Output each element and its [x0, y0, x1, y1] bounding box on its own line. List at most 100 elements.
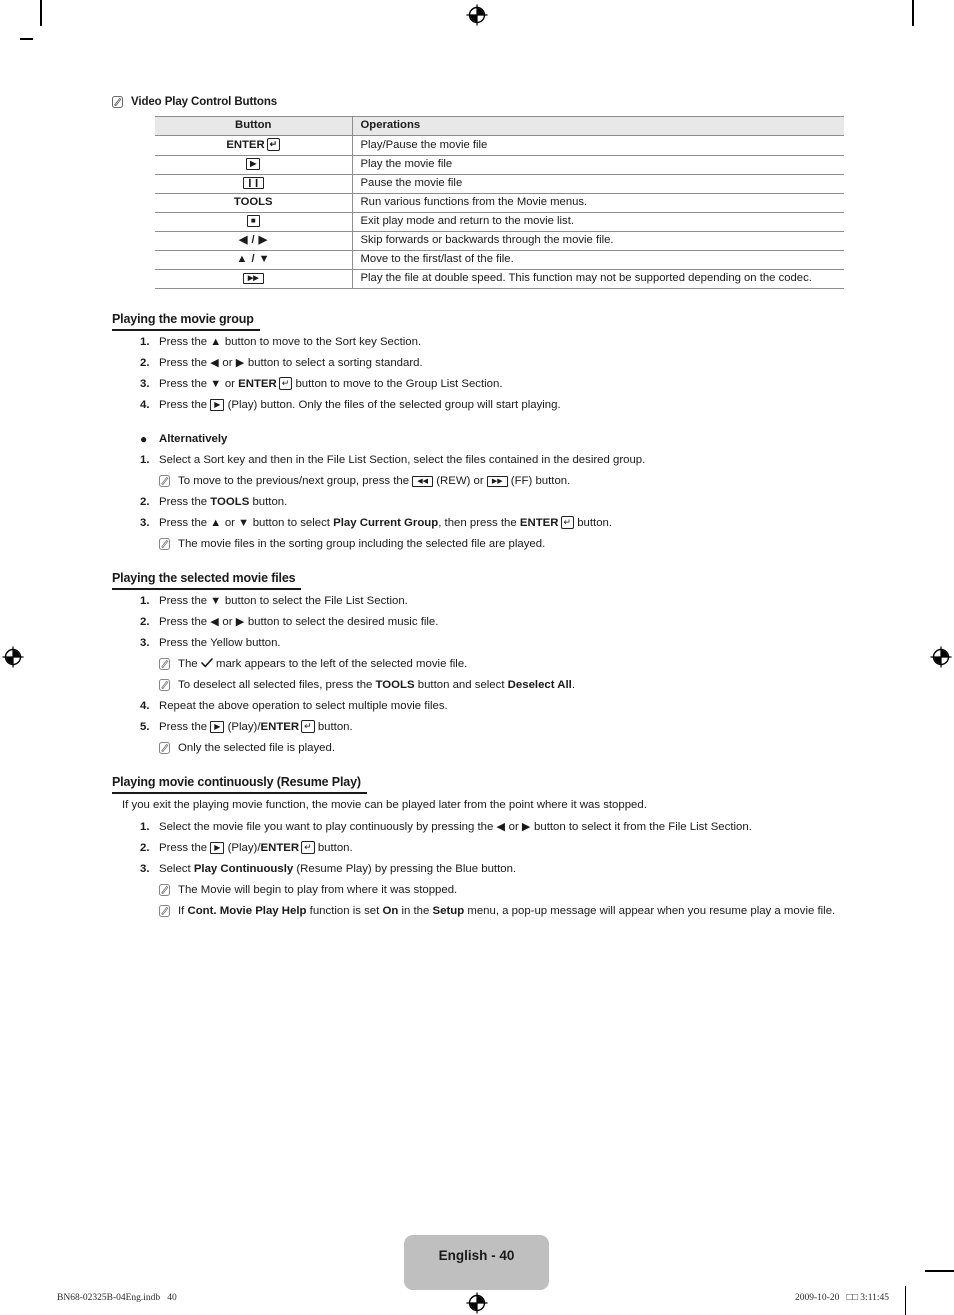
sub-note-text: To move to the previous/next group, pres…	[178, 475, 571, 487]
registration-mark-bottom	[466, 1292, 488, 1314]
step-number: 2.	[140, 842, 150, 854]
step-number: 1.	[140, 454, 150, 466]
footer-divider-vertical	[905, 1286, 906, 1315]
check-mark-icon	[200, 658, 213, 668]
note-pencil-icon	[159, 538, 170, 550]
section-intro-text: If you exit the playing movie function, …	[122, 799, 647, 811]
step-text: Select Play Continuously (Resume Play) b…	[159, 863, 517, 875]
crop-mark-top-left-horizontal	[20, 38, 33, 40]
note-pencil-icon	[159, 884, 170, 896]
sub-note: If Cont. Movie Play Help function is set…	[112, 904, 844, 918]
enter-key-icon: ↵	[301, 841, 315, 854]
cell-operation: Move to the first/last of the file.	[352, 250, 844, 270]
cell-button-fast-forward: ▶▶	[155, 269, 353, 289]
note-pencil-icon	[159, 905, 170, 917]
pause-key-icon: ❙❙	[242, 177, 264, 189]
sub-note-text: If Cont. Movie Play Help function is set…	[178, 905, 836, 917]
down-arrow-icon: ▼	[210, 595, 222, 607]
play-key-icon: ▶	[246, 158, 261, 170]
list-item: 4. Press the ▶ (Play) button. Only the f…	[112, 398, 844, 412]
registration-mark-left	[2, 646, 24, 668]
step-text: Press the Yellow button.	[159, 637, 281, 649]
table-row: ■ Exit play mode and return to the movie…	[155, 212, 844, 232]
cell-operation: Play/Pause the movie file	[352, 135, 844, 156]
section-body: 1. Press the ▼ button to select the File…	[112, 594, 844, 755]
list-item: 2. Press the ▶ (Play)/ENTER ↵ button.	[112, 841, 844, 855]
sub-note-text: The Movie will begin to play from where …	[178, 884, 458, 896]
play-key-icon: ▶	[210, 399, 225, 411]
step-text: Repeat the above operation to select mul…	[159, 700, 448, 712]
table-row: ▶▶ Play the file at double speed. This f…	[155, 269, 844, 289]
down-arrow-icon: ▼	[238, 517, 250, 529]
enter-key-icon: ↵	[266, 138, 281, 151]
sub-note: Only the selected file is played.	[112, 741, 844, 755]
step-text: Press the ▲ or ▼ button to select Play C…	[159, 516, 613, 529]
up-arrow-icon: ▲	[210, 517, 222, 529]
cell-button-stop: ■	[155, 212, 353, 232]
registration-mark-top	[466, 4, 488, 26]
right-arrow-icon: ▶	[235, 616, 245, 628]
section-playing-the-selected-movie-files: Playing the selected movie files 1. Pres…	[112, 569, 844, 755]
sub-note: To deselect all selected files, press th…	[112, 678, 844, 692]
table-header-row: Button Operations	[155, 116, 844, 136]
footer-timestamp: 2009-10-20 □□ 3:11:45	[795, 1293, 889, 1303]
column-header-button: Button	[155, 116, 353, 136]
step-text: Press the ◀ or ▶ button to select a sort…	[159, 357, 423, 369]
crop-mark-top-left-vertical	[40, 0, 42, 26]
up-arrow-icon: ▲	[210, 336, 222, 348]
registration-mark-right	[930, 646, 952, 668]
sub-note: To move to the previous/next group, pres…	[112, 474, 844, 488]
cell-operation: Exit play mode and return to the movie l…	[352, 212, 844, 232]
up-down-arrows-icon: ▲ / ▼	[236, 253, 270, 265]
note-pencil-icon	[159, 658, 170, 670]
list-item: 3. Press the ▼ or ENTER ↵ button to move …	[112, 377, 844, 391]
list-item: 1. Select a Sort key and then in the Fil…	[112, 453, 844, 467]
sub-note: The movie files in the sorting group inc…	[112, 537, 844, 551]
step-text: Press the ▼ or ENTER ↵ button to move to …	[159, 377, 503, 390]
step-text: Press the TOOLS button.	[159, 496, 288, 508]
cell-operation: Pause the movie file	[352, 174, 844, 194]
note-pencil-icon	[159, 679, 170, 691]
cell-operation: Play the file at double speed. This func…	[352, 269, 844, 289]
step-text: Press the ▶ (Play)/ENTER ↵ button.	[159, 841, 353, 854]
page-number-tab: English - 40	[404, 1235, 549, 1290]
play-key-icon: ▶	[210, 721, 225, 733]
cell-button-tools: TOOLS	[155, 193, 353, 213]
enter-key-icon: ↵	[301, 720, 315, 733]
step-number: 4.	[140, 399, 150, 411]
down-arrow-icon: ▼	[210, 378, 222, 390]
cell-button-pause: ❙❙	[155, 174, 353, 194]
section-body: 1. Press the ▲ button to move to the Sor…	[112, 335, 844, 551]
section-playing-the-movie-group: Playing the movie group 1. Press the ▲ b…	[112, 310, 844, 551]
table-row: TOOLS Run various functions from the Mov…	[155, 193, 844, 213]
list-item-alternatively: ● Alternatively	[112, 432, 844, 446]
sub-note-text: Only the selected file is played.	[178, 742, 336, 754]
left-arrow-icon: ◀	[210, 357, 220, 369]
note-pencil-icon	[159, 475, 170, 487]
section-playing-movie-continuously: Playing movie continuously (Resume Play)…	[112, 773, 844, 918]
step-number: 2.	[140, 496, 150, 508]
right-arrow-icon: ▶	[235, 357, 245, 369]
table-row: ◀ / ▶ Skip forwards or backwards through…	[155, 231, 844, 251]
step-text: Press the ◀ or ▶ button to select the de…	[159, 616, 439, 628]
section-body: If you exit the playing movie function, …	[112, 798, 844, 918]
right-arrow-icon: ▶	[521, 821, 531, 833]
footer-file-name: BN68-02325B-04Eng.indb 40	[57, 1293, 177, 1303]
page-number-label: English - 40	[438, 1248, 515, 1263]
fast-forward-key-icon: ▶▶	[242, 273, 264, 284]
note-pencil-icon	[112, 96, 123, 108]
step-number: 3.	[140, 863, 150, 875]
note-pencil-icon	[159, 742, 170, 754]
enter-label: ENTER	[226, 139, 265, 151]
list-item: 1. Press the ▼ button to select the File…	[112, 594, 844, 608]
play-key-icon: ▶	[210, 842, 225, 854]
step-number: 1.	[140, 595, 150, 607]
step-number: 1.	[140, 821, 150, 833]
sub-note-text: The movie files in the sorting group inc…	[178, 538, 546, 550]
cell-button-enter: ENTER ↵	[155, 135, 353, 156]
cell-button-play: ▶	[155, 155, 353, 175]
column-header-operations: Operations	[352, 116, 844, 136]
list-item: 1. Select the movie file you want to pla…	[112, 820, 844, 834]
sub-note-text: To deselect all selected files, press th…	[178, 679, 575, 691]
step-number: 5.	[140, 721, 150, 733]
